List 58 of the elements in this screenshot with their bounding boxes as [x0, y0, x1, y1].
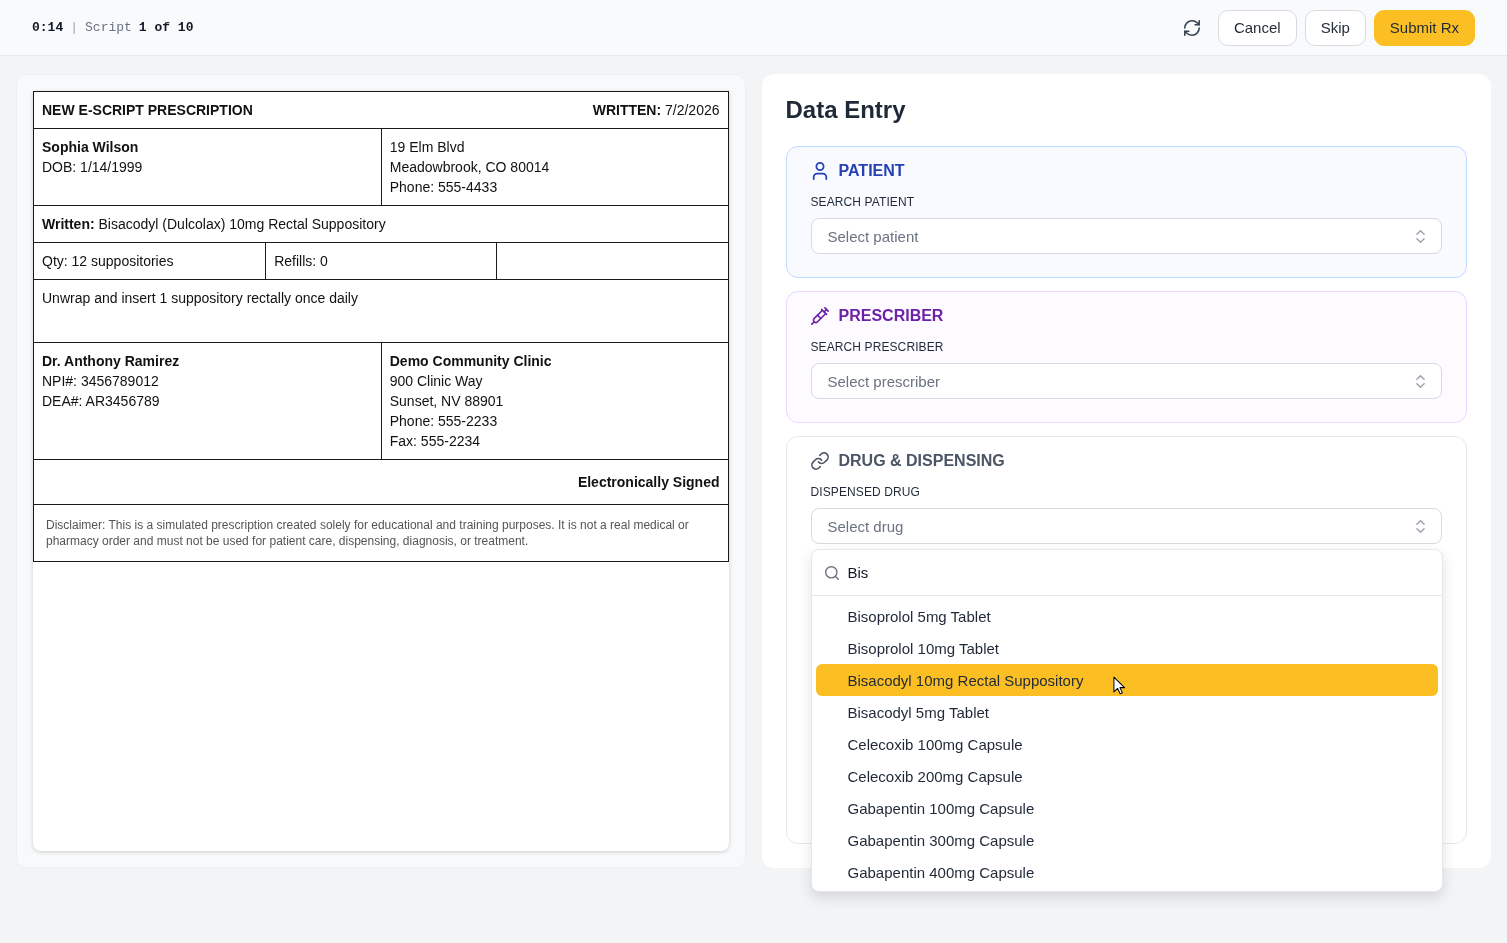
patient-detail: DOB: 1/14/1999	[42, 158, 144, 177]
action-button[interactable]: Cancel	[1217, 9, 1297, 46]
chevrons-up-down-icon	[1416, 519, 1425, 533]
refills: Refills: 0	[274, 253, 328, 269]
patient-name: Sophia Wilson	[42, 138, 140, 157]
clinic-detail: Fax: 555-2234	[389, 432, 482, 451]
address-line: Phone: 555-4433	[389, 178, 499, 197]
section-title: PRESCRIBER	[838, 306, 944, 326]
dropdown-option[interactable]: Gabapentin 300mg Capsule	[815, 824, 1438, 856]
field-label: DISPENSED DRUG	[810, 484, 921, 500]
chevrons-up-down-icon	[1416, 374, 1425, 388]
address-line: 19 Elm Blvd	[389, 138, 466, 157]
dropdown-option[interactable]: Celecoxib 100mg Capsule	[815, 728, 1438, 760]
chevrons-up-down-icon	[1416, 229, 1425, 243]
clinic-name: Demo Community Clinic	[389, 352, 553, 371]
select-field[interactable]: Select prescriber	[810, 363, 1442, 399]
prescriber-detail: NPI#: 3456789012	[42, 372, 160, 391]
dropdown-option[interactable]: Celecoxib 200mg Capsule	[815, 760, 1438, 792]
dropdown-option[interactable]: Bisoprolol 10mg Tablet	[815, 632, 1438, 664]
disclaimer: Disclaimer: This is a simulated prescription created solely for educational and training purposes. It is not a real medical or pharmacy order and must not be used for patient care, dispensing, diagnosis, or treatment.	[46, 518, 689, 548]
search-input[interactable]: Bis	[847, 564, 1429, 581]
clinic-detail: Sunset, NV 88901	[389, 392, 505, 411]
section-title: DRUG & DISPENSING	[838, 451, 1005, 471]
timer: 0:14	[32, 20, 64, 35]
syringe-icon	[810, 307, 829, 325]
panel-title: Data Entry	[785, 98, 907, 122]
directions: Unwrap and insert 1 suppository rectally once daily	[42, 290, 358, 306]
script-label: Script	[85, 20, 132, 35]
dropdown-option[interactable]: Bisacodyl 5mg Tablet	[815, 696, 1438, 728]
submit-button[interactable]: Submit Rx	[1373, 9, 1475, 46]
dropdown-option[interactable]: Bisacodyl 10mg Rectal Suppository	[815, 664, 1438, 696]
dropdown-option[interactable]: Bisoprolol 5mg Tablet	[815, 600, 1438, 632]
refresh-icon	[1183, 19, 1200, 36]
field-label: SEARCH PRESCRIBER	[810, 339, 945, 355]
clinic-detail: 900 Clinic Way	[389, 372, 484, 391]
clinic-detail: Phone: 555-2233	[389, 412, 499, 431]
dropdown-option[interactable]: Gabapentin 100mg Capsule	[815, 792, 1438, 824]
select-field[interactable]: Select drug	[810, 508, 1442, 544]
dropdown-option[interactable]: Gabapentin 400mg Capsule	[815, 856, 1438, 888]
select-field[interactable]: Select patient	[810, 218, 1442, 254]
action-button[interactable]: Skip	[1304, 9, 1366, 46]
prescriber-name: Dr. Anthony Ramirez	[42, 352, 181, 371]
person-icon	[810, 162, 829, 180]
address-line: Meadowbrook, CO 80014	[389, 158, 551, 177]
separator: |	[70, 20, 79, 35]
signature-status: Electronically Signed	[577, 474, 720, 490]
link-icon	[810, 452, 829, 470]
written-drug: Written: Bisacodyl (Dulcolax) 10mg Rectal Suppository	[42, 216, 386, 232]
written-date: WRITTEN: 7/2/2026	[592, 101, 720, 120]
prescriber-detail: DEA#: AR3456789	[42, 392, 161, 411]
quantity: Qty: 12 suppositories	[42, 253, 174, 269]
section-title: PATIENT	[838, 161, 905, 181]
mouse-pointer-icon	[1112, 676, 1125, 695]
field-label: SEARCH PATIENT	[810, 194, 916, 210]
prescription-title: NEW E-SCRIPT PRESCRIPTION	[42, 101, 253, 120]
refresh-button[interactable]	[1183, 19, 1200, 36]
script-counter: 1 of 10	[138, 20, 194, 35]
search-icon	[824, 565, 839, 580]
